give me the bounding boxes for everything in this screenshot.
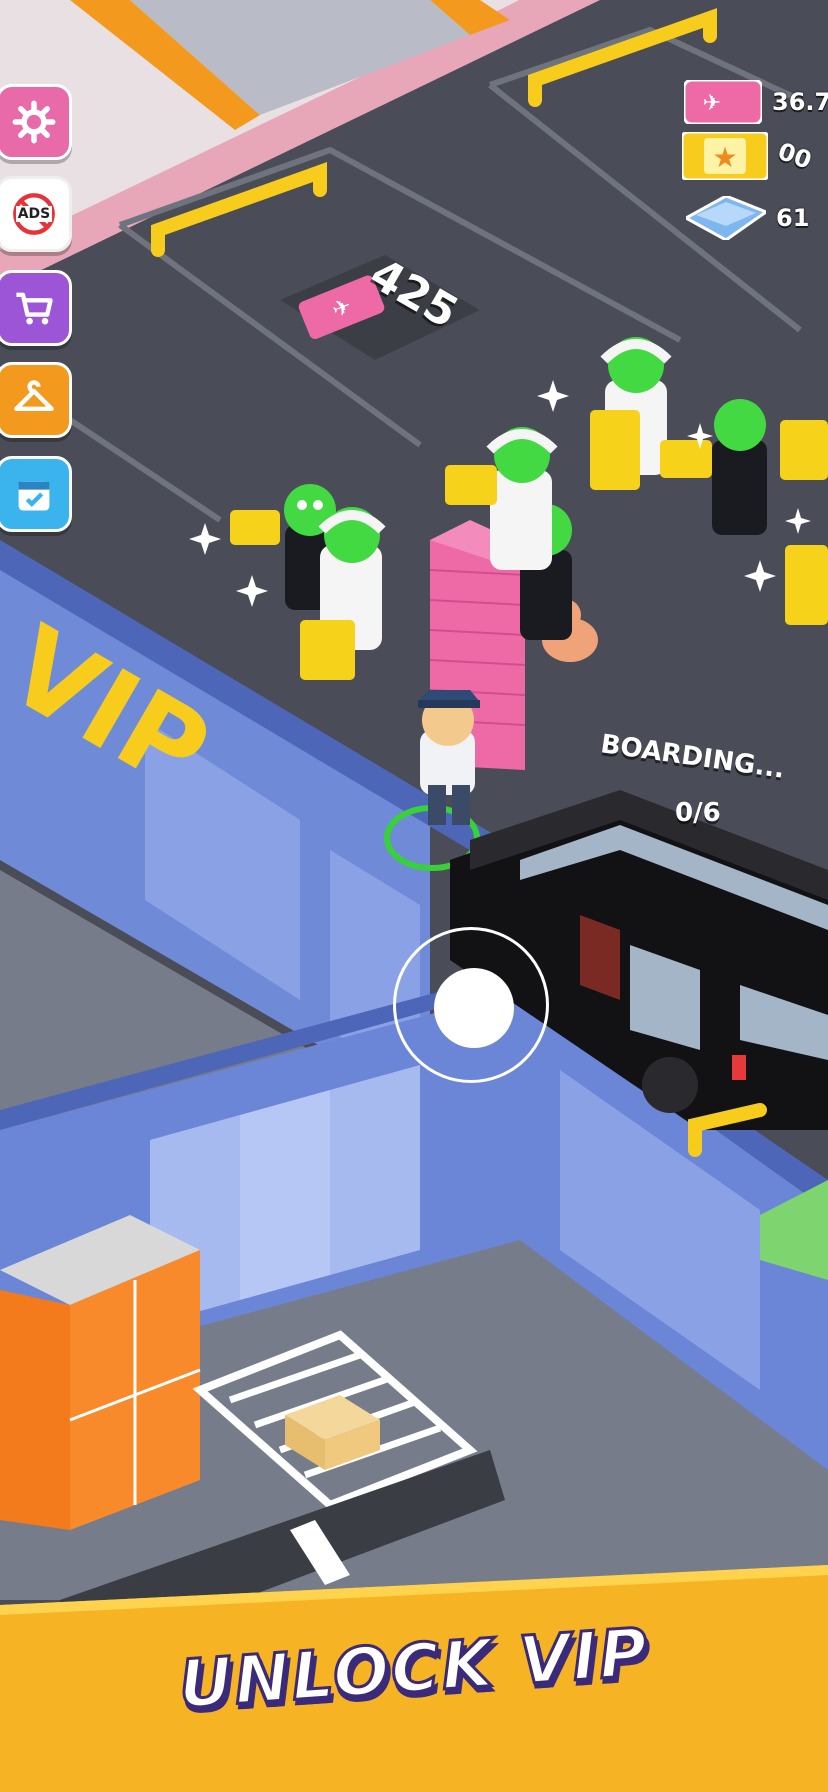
ticket-count: 36.7	[772, 88, 828, 116]
hanger-icon	[14, 380, 54, 411]
settings-button[interactable]	[0, 84, 72, 160]
gem-count: 61	[776, 204, 810, 232]
svg-text:★: ★	[712, 141, 737, 174]
no-ads-button[interactable]: ADS	[0, 176, 72, 252]
calendar-icon	[18, 481, 50, 511]
orange-lockers	[0, 1215, 201, 1530]
calendar-button[interactable]	[0, 456, 72, 532]
star-card-icon: ★	[682, 132, 768, 180]
joystick-knob[interactable]	[434, 968, 514, 1048]
shop-button[interactable]	[0, 270, 72, 346]
gear-icon	[12, 100, 56, 144]
plane-ticket-icon: ✈	[684, 80, 762, 124]
lower-glass-3	[330, 1065, 420, 1275]
star-count: 00	[774, 137, 816, 175]
star-resource: ★ 00	[682, 132, 815, 180]
gem-resource: 61	[686, 196, 809, 240]
boarding-progress: 0/6	[675, 798, 721, 828]
svg-text:✈: ✈	[703, 91, 721, 116]
ticket-resource: ✈ 36.7	[684, 80, 828, 124]
no-ads-label: ADS	[15, 206, 53, 222]
passenger-6	[712, 399, 767, 535]
virtual-joystick[interactable]	[393, 927, 549, 1083]
cart-icon	[16, 292, 53, 325]
passenger-4	[486, 427, 558, 570]
lower-glass-2	[240, 1090, 330, 1300]
outfit-button[interactable]	[0, 362, 72, 438]
blue-gem-icon	[686, 196, 766, 240]
